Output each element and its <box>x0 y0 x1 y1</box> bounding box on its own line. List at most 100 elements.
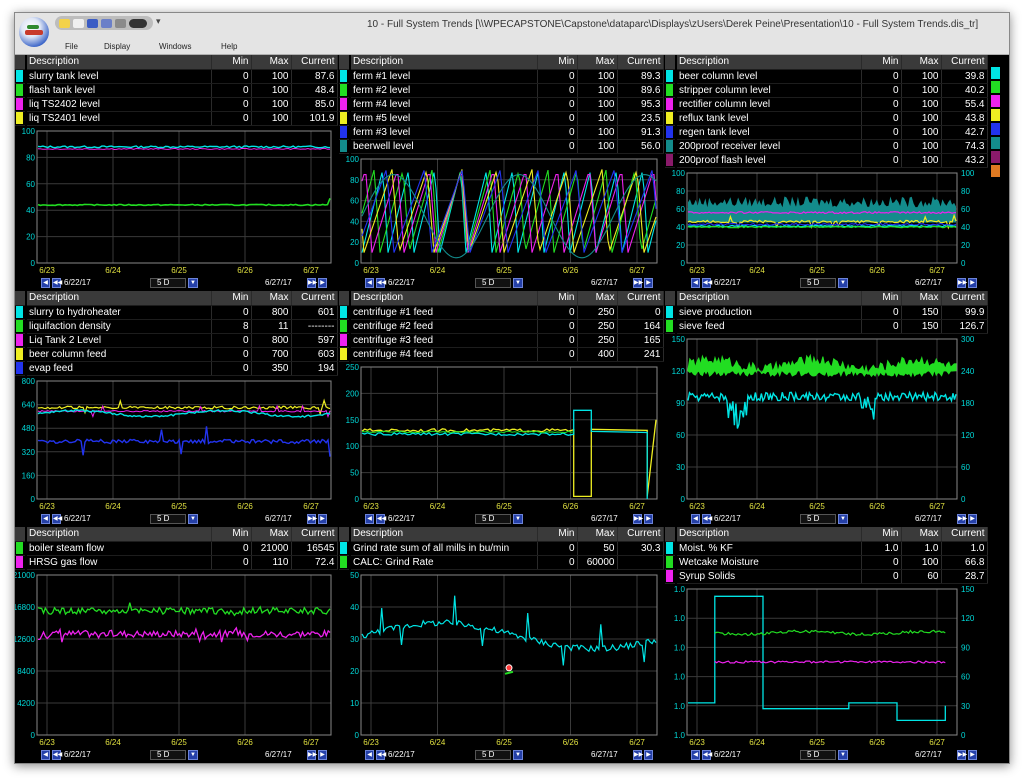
column-header-min[interactable]: Min <box>861 55 902 70</box>
period-select[interactable]: 5 D <box>475 514 511 524</box>
start-date[interactable]: 6/22/17 <box>64 278 91 288</box>
table-row[interactable]: beerwell level 0 100 56.0 <box>339 139 664 154</box>
table-row[interactable]: stripper column level 0 100 40.2 <box>665 83 988 98</box>
column-header-max[interactable]: Max <box>901 527 942 542</box>
scroll-forward-button[interactable]: ▶ <box>318 514 327 524</box>
table-row[interactable]: boiler steam flow 0 21000 16545 <box>15 541 338 556</box>
start-date[interactable]: 6/22/17 <box>714 750 741 760</box>
column-header-current[interactable]: Current <box>617 527 664 542</box>
start-date[interactable]: 6/22/17 <box>714 278 741 288</box>
table-row[interactable]: sieve production 0 150 99.9 <box>665 305 988 320</box>
scroll-back-button[interactable]: ◀ <box>365 750 374 760</box>
page-back-button[interactable]: ◀◀ <box>702 278 712 288</box>
trend-plot[interactable]: 0 20 40 60 80 100 6/23 6/24 6/25 6/26 6/27 <box>15 127 337 277</box>
scroll-forward-button[interactable]: ▶ <box>644 278 653 288</box>
page-back-button[interactable]: ◀◀ <box>52 278 62 288</box>
column-header-max[interactable]: Max <box>251 55 292 70</box>
page-forward-button[interactable]: ▶▶ <box>957 278 967 288</box>
page-back-button[interactable]: ◀◀ <box>52 514 62 524</box>
trend-plot[interactable]: 0 50 100 150 200 250 6/23 6/24 6/25 6/26 6/27 <box>339 363 663 513</box>
page-back-button[interactable]: ◀◀ <box>702 514 712 524</box>
scroll-back-button[interactable]: ◀ <box>41 514 50 524</box>
period-dropdown-icon[interactable]: ▼ <box>838 278 848 288</box>
table-row[interactable]: centrifuge #4 feed 0 400 241 <box>339 347 664 362</box>
column-header-max[interactable]: Max <box>577 55 618 70</box>
column-header-desc[interactable]: Description <box>676 55 862 70</box>
app-logo-icon[interactable] <box>19 17 49 47</box>
page-forward-button[interactable]: ▶▶ <box>633 514 643 524</box>
page-back-button[interactable]: ◀◀ <box>376 278 386 288</box>
period-select[interactable]: 5 D <box>150 750 186 760</box>
period-select[interactable]: 5 D <box>150 514 186 524</box>
column-header-current[interactable]: Current <box>941 291 988 306</box>
period-dropdown-icon[interactable]: ▼ <box>188 750 198 760</box>
trend-plot[interactable]: 0 20 40 60 80 100 0 20 40 60 80 100 6/23 6/24 6/25 6/26… <box>665 169 987 277</box>
table-row[interactable]: Wetcake Moisture 0 100 66.8 <box>665 555 988 570</box>
page-forward-button[interactable]: ▶▶ <box>957 750 967 760</box>
end-date[interactable]: 6/27/17 <box>915 278 942 288</box>
trend-plot[interactable]: 0 20 40 60 80 100 6/23 6/24 6/25 6/26 6/27 <box>339 155 663 277</box>
column-header-min[interactable]: Min <box>537 55 578 70</box>
column-header-max[interactable]: Max <box>577 291 618 306</box>
edit-icon[interactable] <box>73 18 84 28</box>
table-row[interactable]: slurry to hydroheater 0 800 601 <box>15 305 338 320</box>
scroll-forward-button[interactable]: ▶ <box>968 514 977 524</box>
column-header-min[interactable]: Min <box>211 291 252 306</box>
page-forward-button[interactable]: ▶▶ <box>957 514 967 524</box>
column-header-desc[interactable]: Description <box>26 291 212 306</box>
customize-toolbar-icon[interactable]: ▾ <box>156 16 161 27</box>
page-forward-button[interactable]: ▶▶ <box>633 750 643 760</box>
column-header-max[interactable]: Max <box>577 527 618 542</box>
table-row[interactable]: 200proof receiver level 0 100 74.3 <box>665 139 988 154</box>
page-back-button[interactable]: ◀◀ <box>702 750 712 760</box>
table-row[interactable]: ferm #1 level 0 100 89.3 <box>339 69 664 84</box>
period-select[interactable]: 5 D <box>800 278 836 288</box>
column-header-min[interactable]: Min <box>211 55 252 70</box>
table-row[interactable]: centrifuge #2 feed 0 250 164 <box>339 319 664 334</box>
period-dropdown-icon[interactable]: ▼ <box>838 514 848 524</box>
menu-windows[interactable]: Windows <box>159 42 191 51</box>
column-header-current[interactable]: Current <box>617 55 664 70</box>
table-row[interactable]: centrifuge #1 feed 0 250 0 <box>339 305 664 320</box>
period-dropdown-icon[interactable]: ▼ <box>513 278 523 288</box>
column-header-min[interactable]: Min <box>211 527 252 542</box>
table-row[interactable]: CALC: Grind Rate 0 60000 <box>339 555 664 570</box>
period-select[interactable]: 5 D <box>475 750 511 760</box>
column-header-min[interactable]: Min <box>861 527 902 542</box>
menu-help[interactable]: Help <box>221 42 237 51</box>
table-row[interactable]: rectifier column level 0 100 55.4 <box>665 97 988 112</box>
page-forward-button[interactable]: ▶▶ <box>307 278 317 288</box>
table-row[interactable]: regen tank level 0 100 42.7 <box>665 125 988 140</box>
table-row[interactable]: liq TS2401 level 0 100 101.9 <box>15 111 338 126</box>
alarm-marker-icon[interactable] <box>505 664 513 672</box>
scroll-back-button[interactable]: ◀ <box>691 750 700 760</box>
table-row[interactable]: Liq Tank 2 Level 0 800 597 <box>15 333 338 348</box>
column-header-desc[interactable]: Description <box>350 55 538 70</box>
scroll-forward-button[interactable]: ▶ <box>644 750 653 760</box>
period-select[interactable]: 5 D <box>800 514 836 524</box>
table-row[interactable]: beer column feed 0 700 603 <box>15 347 338 362</box>
start-date[interactable]: 6/22/17 <box>388 514 415 524</box>
period-select[interactable]: 5 D <box>150 278 186 288</box>
column-header-desc[interactable]: Description <box>350 291 538 306</box>
table-row[interactable]: liq TS2402 level 0 100 85.0 <box>15 97 338 112</box>
page-forward-button[interactable]: ▶▶ <box>307 514 317 524</box>
scroll-forward-button[interactable]: ▶ <box>644 514 653 524</box>
column-header-current[interactable]: Current <box>291 55 338 70</box>
column-header-current[interactable]: Current <box>941 55 988 70</box>
new-icon[interactable] <box>59 18 70 28</box>
column-header-max[interactable]: Max <box>251 291 292 306</box>
table-row[interactable]: slurry tank level 0 100 87.6 <box>15 69 338 84</box>
period-dropdown-icon[interactable]: ▼ <box>838 750 848 760</box>
table-row[interactable]: reflux tank level 0 100 43.8 <box>665 111 988 126</box>
end-date[interactable]: 6/27/17 <box>591 514 618 524</box>
table-row[interactable]: ferm #5 level 0 100 23.5 <box>339 111 664 126</box>
end-date[interactable]: 6/27/17 <box>915 750 942 760</box>
column-header-min[interactable]: Min <box>861 291 902 306</box>
column-header-current[interactable]: Current <box>291 527 338 542</box>
column-header-min[interactable]: Min <box>537 291 578 306</box>
column-header-desc[interactable]: Description <box>676 291 862 306</box>
table-row[interactable]: Moist. % KF 1.0 1.0 1.0 <box>665 541 988 556</box>
table-row[interactable]: Syrup Solids 0 60 28.7 <box>665 569 988 584</box>
menu-display[interactable]: Display <box>104 42 130 51</box>
